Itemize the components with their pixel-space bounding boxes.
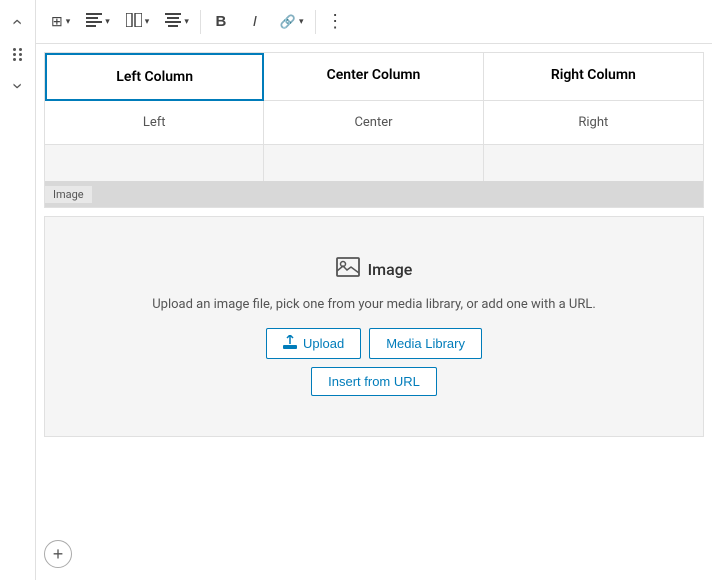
image-block-description: Upload an image file, pick one from your…: [152, 297, 596, 312]
italic-icon: I: [253, 13, 257, 30]
right-cell[interactable]: Right: [484, 101, 703, 145]
bold-button[interactable]: B: [205, 6, 237, 38]
columns-button[interactable]: ▾: [119, 6, 157, 38]
table-footer: Image: [45, 181, 703, 207]
left-column-header[interactable]: Left Column: [45, 53, 264, 101]
more-options-icon: ⋮: [326, 11, 345, 32]
sidebar-down-button[interactable]: ›: [4, 72, 32, 100]
media-library-button[interactable]: Media Library: [369, 328, 482, 359]
image-primary-buttons: Upload Media Library: [266, 328, 482, 359]
image-block-buttons: Upload Media Library Insert from URL: [266, 328, 482, 396]
drag-icon: [13, 48, 23, 61]
table-dropdown-arrow: ▾: [66, 16, 71, 27]
image-block-heading: Image: [368, 260, 413, 279]
add-block-button[interactable]: +: [44, 540, 72, 568]
center-cell[interactable]: Center: [264, 101, 483, 145]
more-options-button[interactable]: ⋮: [320, 6, 352, 38]
table-footer-label: Image: [45, 186, 92, 203]
image-block-icon: [336, 257, 360, 281]
link-icon: 🔗: [280, 14, 296, 30]
right-empty-cell: [484, 145, 703, 181]
table-empty-row: [45, 145, 703, 181]
center-empty-cell: [264, 145, 483, 181]
right-column-header[interactable]: Right Column: [484, 53, 703, 101]
add-icon: +: [53, 544, 64, 565]
align-button[interactable]: ▾: [79, 6, 117, 38]
text-align-dropdown-arrow: ▾: [184, 16, 189, 27]
toolbar: ⊞ ▾ ▾ ▾: [36, 0, 712, 44]
columns-icon: [126, 13, 142, 30]
columns-dropdown-arrow: ▾: [145, 16, 150, 27]
sidebar: ‹ ›: [0, 0, 36, 580]
text-align-icon: [165, 13, 181, 30]
main-content: ⊞ ▾ ▾ ▾: [36, 0, 712, 580]
upload-button[interactable]: Upload: [266, 328, 361, 359]
table-cell-row: Left Center Right: [45, 101, 703, 145]
bold-icon: B: [215, 13, 226, 30]
toolbar-divider-2: [315, 10, 316, 34]
link-button[interactable]: 🔗 ▾: [273, 6, 311, 38]
table-button[interactable]: ⊞ ▾: [44, 6, 77, 38]
image-block-title-row: Image: [336, 257, 413, 281]
table-header-row: Left Column Center Column Right Column: [45, 53, 703, 101]
image-block: Image Upload an image file, pick one fro…: [44, 216, 704, 437]
table-icon: ⊞: [51, 13, 63, 30]
text-align-button[interactable]: ▾: [158, 6, 196, 38]
upload-icon: [283, 335, 297, 352]
add-button-row: +: [44, 540, 72, 568]
left-empty-cell: [45, 145, 264, 181]
align-icon: [86, 13, 102, 30]
sidebar-up-button[interactable]: ‹: [4, 8, 32, 36]
left-cell[interactable]: Left: [45, 101, 264, 145]
toolbar-divider-1: [200, 10, 201, 34]
align-dropdown-arrow: ▾: [105, 16, 110, 27]
italic-button[interactable]: I: [239, 6, 271, 38]
insert-from-url-button[interactable]: Insert from URL: [311, 367, 437, 396]
sidebar-drag-button[interactable]: [4, 40, 32, 68]
table-block: Left Column Center Column Right Column L…: [44, 52, 704, 208]
center-column-header[interactable]: Center Column: [264, 53, 483, 101]
link-dropdown-arrow: ▾: [299, 16, 304, 27]
